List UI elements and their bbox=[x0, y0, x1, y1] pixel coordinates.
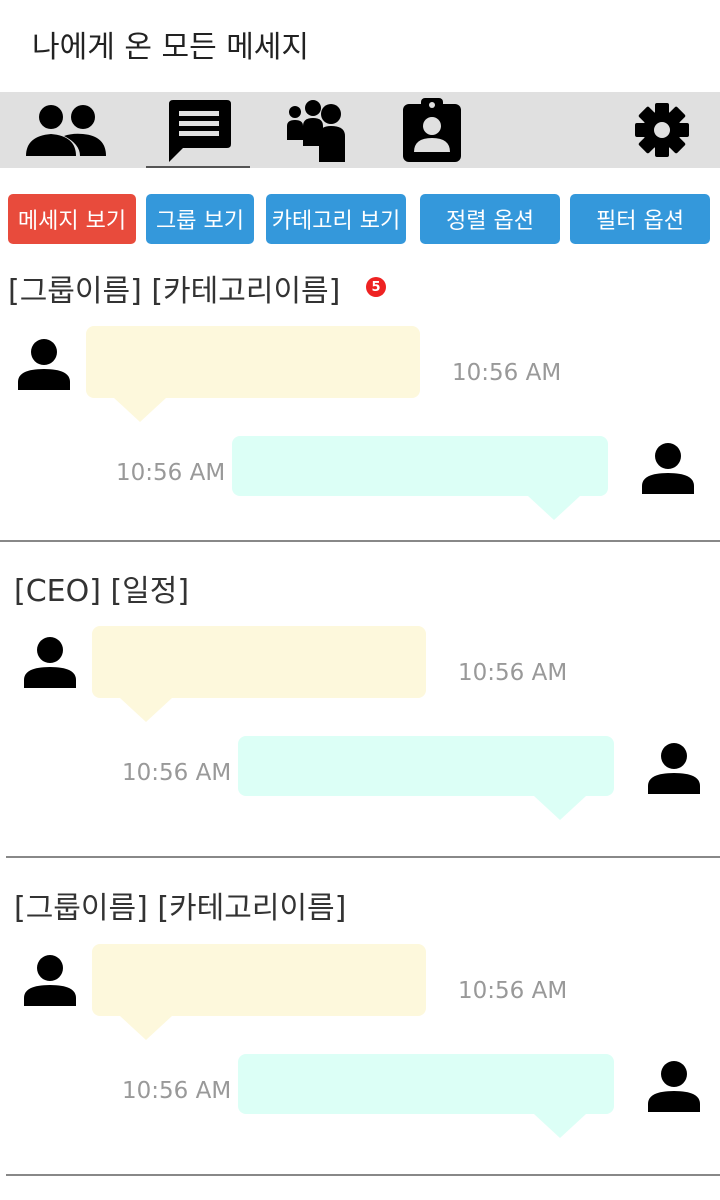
outgoing-message-bubble bbox=[238, 736, 614, 796]
thread-title: [그룹이름] [카테고리이름] bbox=[8, 274, 341, 309]
view-groups-button[interactable]: 그룹 보기 bbox=[146, 194, 254, 244]
incoming-message-bubble bbox=[92, 626, 426, 698]
people-icon bbox=[26, 105, 106, 156]
sender-avatar-icon bbox=[24, 955, 76, 1006]
incoming-bubble-tail bbox=[114, 398, 166, 422]
gear-icon bbox=[635, 103, 689, 157]
incoming-message-bubble bbox=[92, 944, 426, 1016]
sort-options-button[interactable]: 정렬 옵션 bbox=[420, 194, 560, 244]
my-avatar-icon bbox=[648, 743, 700, 794]
sender-avatar-icon bbox=[18, 339, 70, 390]
view-messages-button[interactable]: 메세지 보기 bbox=[8, 194, 136, 244]
sender-avatar-icon bbox=[24, 637, 76, 688]
outgoing-time: 10:56 AM bbox=[116, 460, 226, 486]
thread-card[interactable]: [그룹이름] [카테고리이름] 10:56 AM 10:56 AM bbox=[0, 886, 720, 1178]
outgoing-message-bubble bbox=[232, 436, 608, 496]
thread-title: [그룹이름] [카테고리이름] bbox=[14, 891, 347, 926]
incoming-time: 10:56 AM bbox=[452, 360, 562, 386]
incoming-bubble-tail bbox=[120, 1016, 172, 1040]
outgoing-bubble-tail bbox=[534, 1114, 586, 1138]
thread-card[interactable]: [CEO] [일정] 10:56 AM 10:56 AM bbox=[0, 568, 720, 860]
thread-card[interactable]: [그룹이름] [카테고리이름] 5 10:56 AM 10:56 AM bbox=[0, 268, 720, 544]
outgoing-time: 10:56 AM bbox=[122, 760, 232, 786]
outgoing-bubble-tail bbox=[534, 796, 586, 820]
page-title: 나에게 온 모든 메세지 bbox=[32, 30, 310, 65]
nav-bar bbox=[0, 92, 720, 168]
section-divider bbox=[0, 540, 720, 542]
my-avatar-icon bbox=[648, 1061, 700, 1112]
section-divider bbox=[6, 1174, 720, 1176]
incoming-time: 10:56 AM bbox=[458, 660, 568, 686]
tab-groups[interactable] bbox=[278, 92, 354, 168]
thread-title: [CEO] [일정] bbox=[14, 574, 190, 609]
group-icon bbox=[287, 100, 345, 162]
outgoing-bubble-tail bbox=[528, 496, 580, 520]
view-categories-button[interactable]: 카테고리 보기 bbox=[266, 194, 406, 244]
incoming-time: 10:56 AM bbox=[458, 978, 568, 1004]
tab-people[interactable] bbox=[18, 92, 114, 168]
unread-badge: 5 bbox=[366, 277, 386, 297]
incoming-message-bubble bbox=[86, 326, 420, 398]
outgoing-time: 10:56 AM bbox=[122, 1078, 232, 1104]
outgoing-message-bubble bbox=[238, 1054, 614, 1114]
message-icon bbox=[169, 100, 231, 162]
tab-contacts[interactable] bbox=[396, 92, 468, 168]
my-avatar-icon bbox=[642, 443, 694, 494]
incoming-bubble-tail bbox=[120, 698, 172, 722]
app-screen: 나에게 온 모든 메세지 메세지 보기 그룹 보기 카테고리 보기 정렬 옵션 … bbox=[0, 0, 720, 1200]
section-divider bbox=[6, 856, 720, 858]
tab-settings[interactable] bbox=[626, 92, 698, 168]
contact-badge-icon bbox=[403, 98, 461, 162]
filter-options-button[interactable]: 필터 옵션 bbox=[570, 194, 710, 244]
tab-messages[interactable] bbox=[146, 92, 250, 168]
